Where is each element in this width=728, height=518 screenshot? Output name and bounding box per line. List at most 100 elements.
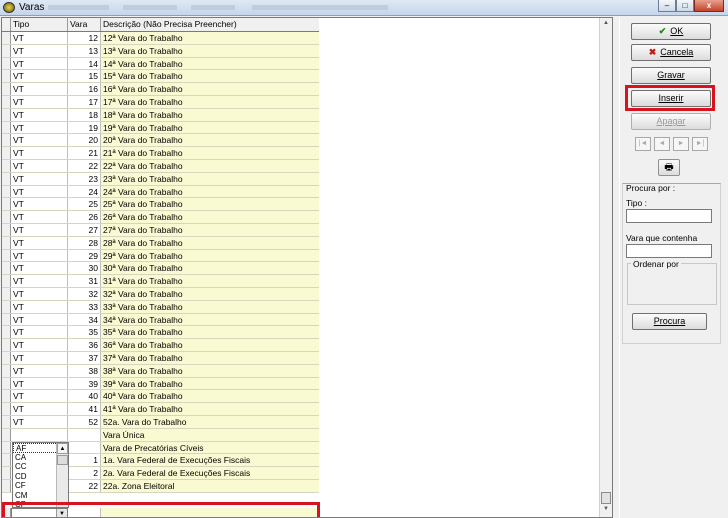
vara-cell[interactable]: 41 — [68, 403, 101, 415]
table-row[interactable]: VT 29 29ª Vara do Trabalho — [2, 249, 319, 263]
vara-cell[interactable] — [68, 428, 101, 441]
scroll-down-icon[interactable]: ▼ — [601, 506, 611, 516]
descricao-cell[interactable]: 40ª Vara do Trabalho — [101, 390, 319, 403]
vara-cell[interactable]: 33 — [68, 300, 101, 313]
tipo-cell[interactable]: VT — [11, 339, 68, 351]
table-row[interactable]: Vara Única — [2, 428, 319, 442]
descricao-input-cell[interactable] — [101, 508, 319, 517]
vara-cell[interactable]: 19 — [68, 121, 101, 134]
tipo-cell[interactable]: VT — [11, 95, 68, 108]
descricao-cell[interactable]: 13ª Vara do Trabalho — [101, 44, 319, 57]
descricao-cell[interactable]: 21ª Vara do Trabalho — [101, 147, 319, 159]
descricao-cell[interactable]: 15ª Vara do Trabalho — [101, 70, 319, 83]
vara-cell[interactable]: 23 — [68, 172, 101, 185]
vara-cell[interactable]: 17 — [68, 95, 101, 108]
tipo-cell[interactable]: VT — [11, 275, 68, 287]
table-row[interactable]: VT 41 41ª Vara do Trabalho — [2, 403, 319, 416]
descricao-cell[interactable]: 16ª Vara do Trabalho — [101, 83, 319, 95]
descricao-cell[interactable]: 12ª Vara do Trabalho — [101, 32, 319, 44]
vara-cell[interactable]: 14 — [68, 57, 101, 70]
tipo-cell[interactable]: VT — [11, 147, 68, 159]
descricao-cell[interactable]: 39ª Vara do Trabalho — [101, 377, 319, 390]
descricao-cell[interactable]: Vara Única — [101, 428, 319, 441]
vara-cell[interactable]: 35 — [68, 326, 101, 339]
tipo-cell[interactable]: VT — [11, 172, 68, 185]
descricao-cell[interactable]: 41ª Vara do Trabalho — [101, 403, 319, 415]
vara-cell[interactable]: 24 — [68, 185, 101, 198]
scroll-up-icon[interactable]: ▲ — [57, 443, 68, 454]
tipo-cell[interactable] — [11, 428, 68, 441]
table-row[interactable]: VT 14 14ª Vara do Trabalho — [2, 57, 319, 71]
descricao-cell[interactable]: 52a. Vara do Trabalho — [101, 415, 319, 428]
search-button[interactable]: Procura — [632, 313, 707, 330]
descricao-cell[interactable]: 22a. Zona Eleitoral — [101, 479, 319, 492]
vara-cell[interactable]: 52 — [68, 415, 101, 428]
vara-cell[interactable]: 22 — [68, 159, 101, 172]
descricao-cell[interactable]: 28ª Vara do Trabalho — [101, 236, 319, 249]
first-record-icon[interactable]: |◄ — [635, 137, 651, 151]
tipo-cell[interactable]: VT — [11, 134, 68, 147]
table-row[interactable]: VT 22 22ª Vara do Trabalho — [2, 159, 319, 173]
table-row[interactable]: VT 24 24ª Vara do Trabalho — [2, 185, 319, 199]
table-row[interactable]: VT 32 32ª Vara do Trabalho — [2, 287, 319, 301]
table-row[interactable]: VT 25 25ª Vara do Trabalho — [2, 198, 319, 212]
descricao-cell[interactable]: 2a. Vara Federal de Execuções Fiscais — [101, 467, 319, 479]
search-tipo-input[interactable] — [626, 209, 712, 223]
table-row[interactable]: VT 27 27ª Vara do Trabalho — [2, 223, 319, 237]
table-row[interactable]: VT 16 16ª Vara do Trabalho — [2, 83, 319, 96]
vara-cell[interactable]: 25 — [68, 198, 101, 211]
tipo-cell[interactable]: VT — [11, 326, 68, 339]
descricao-cell[interactable]: 27ª Vara do Trabalho — [101, 223, 319, 236]
descricao-cell[interactable]: 20ª Vara do Trabalho — [101, 134, 319, 147]
descricao-cell[interactable]: 23ª Vara do Trabalho — [101, 172, 319, 185]
table-row[interactable]: VT 33 33ª Vara do Trabalho — [2, 300, 319, 314]
table-row[interactable]: VT 28 28ª Vara do Trabalho — [2, 236, 319, 250]
table-row[interactable]: VT 19 19ª Vara do Trabalho — [2, 121, 319, 135]
vara-cell[interactable]: 12 — [68, 32, 101, 44]
vara-cell[interactable]: 13 — [68, 44, 101, 57]
descricao-cell[interactable]: 34ª Vara do Trabalho — [101, 313, 319, 326]
descricao-cell[interactable]: 14ª Vara do Trabalho — [101, 57, 319, 70]
minimize-button[interactable]: – — [658, 0, 676, 12]
vara-cell[interactable]: 28 — [68, 236, 101, 249]
print-icon[interactable]: 🖶 — [658, 159, 680, 176]
vara-cell[interactable]: 30 — [68, 262, 101, 275]
vara-cell[interactable] — [68, 441, 101, 454]
last-record-icon[interactable]: ►| — [692, 137, 708, 151]
dropdown-scroll-thumb[interactable] — [57, 455, 68, 465]
close-button[interactable]: x — [694, 0, 724, 12]
vara-cell[interactable]: 22 — [68, 479, 101, 492]
descricao-cell[interactable]: 17ª Vara do Trabalho — [101, 95, 319, 108]
vara-cell[interactable]: 21 — [68, 147, 101, 159]
table-row[interactable]: VT 21 21ª Vara do Trabalho — [2, 147, 319, 160]
descricao-cell[interactable]: 19ª Vara do Trabalho — [101, 121, 319, 134]
tipo-cell[interactable]: VT — [11, 300, 68, 313]
new-record-row[interactable]: ▼ — [2, 508, 319, 517]
descricao-cell[interactable]: 36ª Vara do Trabalho — [101, 339, 319, 351]
tipo-cell[interactable]: VT — [11, 198, 68, 211]
tipo-cell[interactable]: VT — [11, 287, 68, 300]
varas-grid[interactable]: Tipo Vara Descrição (Não Precisa Preench… — [1, 17, 613, 518]
column-header-descricao[interactable]: Descrição (Não Precisa Preencher) — [101, 18, 319, 31]
table-row[interactable]: VT 18 18ª Vara do Trabalho — [2, 108, 319, 122]
vara-cell[interactable]: 20 — [68, 134, 101, 147]
vara-cell[interactable]: 27 — [68, 223, 101, 236]
table-row[interactable]: VT 36 36ª Vara do Trabalho — [2, 339, 319, 352]
descricao-cell[interactable]: 29ª Vara do Trabalho — [101, 249, 319, 262]
tipo-dropdown-list[interactable]: AF CA CC CD CF CM CP ▲ — [12, 442, 69, 509]
descricao-cell[interactable]: 31ª Vara do Trabalho — [101, 275, 319, 287]
ok-button[interactable]: ✔ OK — [631, 23, 711, 40]
table-row[interactable]: VT 34 34ª Vara do Trabalho — [2, 313, 319, 327]
chevron-down-icon[interactable]: ▼ — [56, 509, 67, 517]
vara-cell[interactable]: 26 — [68, 211, 101, 223]
vara-cell[interactable]: 2 — [68, 467, 101, 479]
descricao-cell[interactable]: 37ª Vara do Trabalho — [101, 351, 319, 364]
tipo-cell[interactable]: VT — [11, 223, 68, 236]
vara-cell[interactable]: 18 — [68, 108, 101, 121]
table-row[interactable]: VT 38 38ª Vara do Trabalho — [2, 364, 319, 378]
scroll-up-icon[interactable]: ▲ — [601, 20, 611, 30]
table-row[interactable]: VT 12 12ª Vara do Trabalho — [2, 32, 319, 45]
cancel-button[interactable]: ✖ Cancela — [631, 44, 711, 61]
vara-cell[interactable]: 40 — [68, 390, 101, 403]
descricao-cell[interactable]: 30ª Vara do Trabalho — [101, 262, 319, 275]
